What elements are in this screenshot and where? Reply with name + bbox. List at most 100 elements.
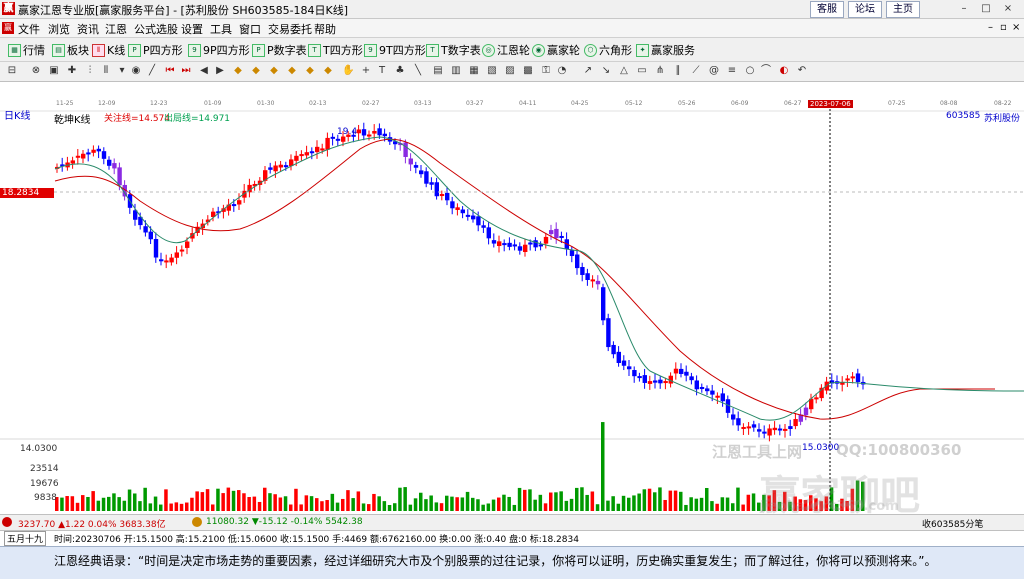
arc-icon[interactable]: ⌒ — [760, 65, 772, 77]
tool-quote[interactable]: ▦ 行情 — [8, 42, 45, 58]
up-icon[interactable]: ◆ — [232, 65, 244, 77]
fibonacci-icon[interactable]: ≡ — [726, 65, 738, 77]
last-icon[interactable]: ⏭ — [180, 65, 192, 77]
volume-group — [55, 422, 865, 511]
fan-icon[interactable]: ⟋ — [690, 65, 702, 77]
tool-kline[interactable]: ⫴ K线 — [92, 42, 125, 58]
indicator-name: 乾坤K线 — [54, 115, 91, 126]
menu-restore-icon[interactable]: ▫ — [1000, 22, 1007, 33]
candle-body — [684, 371, 689, 376]
volume-bar — [325, 500, 329, 511]
triangle-icon[interactable]: △ — [618, 65, 630, 77]
first-icon[interactable]: ⏮ — [164, 65, 176, 77]
right-icon[interactable]: ▶ — [214, 65, 226, 77]
forum-button[interactable]: 论坛 — [848, 1, 882, 18]
candle-body — [341, 136, 346, 142]
menu-browse[interactable]: 浏览 — [48, 21, 70, 37]
menu-window[interactable]: 窗口 — [239, 21, 261, 37]
tool-winner-wheel[interactable]: ◉ 赢家轮 — [532, 42, 580, 58]
globe-icon[interactable]: ◐ — [778, 65, 790, 77]
shrink-icon[interactable]: ◆ — [268, 65, 280, 77]
menu-news[interactable]: 资讯 — [77, 21, 99, 37]
arrow-icon[interactable]: ↘ — [600, 65, 612, 77]
down-icon[interactable]: ◆ — [250, 65, 262, 77]
circle-icon[interactable]: ○ — [744, 65, 756, 77]
hand-icon[interactable]: ✋ — [342, 65, 354, 77]
left-icon[interactable]: ◀ — [198, 65, 210, 77]
candle-body — [497, 241, 502, 247]
cross-icon[interactable]: ✚ — [66, 65, 78, 77]
menu-trade[interactable]: 交易委托 — [268, 21, 312, 37]
candle-body — [434, 182, 439, 197]
expand-icon[interactable]: ◆ — [286, 65, 298, 77]
close-icon[interactable]: × — [998, 2, 1018, 15]
rect-icon[interactable]: ▭ — [636, 65, 648, 77]
bar-icon[interactable]: ⫶ — [84, 65, 96, 77]
spiral-icon[interactable]: @ — [708, 65, 720, 77]
tick-detail-link[interactable]: 收603585分笔 — [922, 517, 983, 530]
candle-body — [694, 380, 699, 390]
candle-body — [445, 192, 450, 201]
tool-gann-wheel[interactable]: ◎ 江恩轮 — [482, 42, 530, 58]
candle-icon[interactable]: ⫴ — [100, 65, 112, 77]
p-square-icon: P — [128, 43, 141, 57]
sz-index-group[interactable]: 11080.32 ▼-15.12 -0.14% 5542.38 — [206, 517, 363, 527]
clock-icon[interactable]: ◔ — [556, 65, 568, 77]
text-icon[interactable]: T — [376, 65, 388, 77]
channel-icon[interactable]: ∥ — [672, 65, 684, 77]
calendar-icon[interactable]: ▤ — [432, 65, 444, 77]
layout-icon[interactable]: ⊟ — [6, 65, 18, 77]
service-button[interactable]: 客服 — [810, 1, 844, 18]
menu-tools[interactable]: 工具 — [210, 21, 232, 37]
candle-body — [335, 138, 341, 141]
truck-icon[interactable]: ▩ — [522, 65, 534, 77]
candle-body — [845, 378, 850, 381]
volume-bar — [455, 497, 459, 511]
mark-icon[interactable]: ▣ — [48, 65, 60, 77]
key-icon[interactable]: ⚿ — [540, 65, 552, 77]
candle-body — [710, 390, 715, 395]
ruler-icon[interactable]: ↗ — [582, 65, 594, 77]
tool-t-number-table[interactable]: T T数字表 — [426, 42, 481, 58]
tool-winner-service[interactable]: ✦ 赢家服务 — [636, 42, 695, 58]
undo-icon[interactable]: ↶ — [796, 65, 808, 77]
sh-index-group[interactable]: 3237.70 ▲1.22 0.04% 3683.38亿 — [18, 517, 166, 530]
tool-p-number-table[interactable]: P P数字表 — [252, 42, 307, 58]
menu-minimize-icon[interactable]: – — [988, 22, 993, 33]
maximize-icon[interactable]: □ — [976, 2, 996, 15]
zoom-icon[interactable]: ⊗ — [30, 65, 42, 77]
fork-icon[interactable]: ⋔ — [654, 65, 666, 77]
grid-icon[interactable]: ▦ — [468, 65, 480, 77]
dropdown-icon[interactable]: ◉ — [130, 65, 142, 77]
period-icon[interactable]: ▾ — [116, 65, 128, 77]
home-button[interactable]: 主页 — [886, 1, 920, 18]
menu-close-icon[interactable]: × — [1012, 22, 1020, 33]
save-icon[interactable]: ▥ — [450, 65, 462, 77]
menu-help[interactable]: 帮助 — [314, 21, 336, 37]
menu-settings[interactable]: 设置 — [181, 21, 203, 37]
candle-body — [533, 240, 538, 248]
line-icon[interactable]: ╲ — [412, 65, 424, 77]
crosshair-icon[interactable]: + — [360, 65, 372, 77]
line-draw-icon[interactable]: ╱ — [146, 65, 158, 77]
tool-p-square[interactable]: P P四方形 — [128, 42, 183, 58]
move-down-icon[interactable]: ◆ — [322, 65, 334, 77]
menu-gann[interactable]: 江恩 — [105, 21, 127, 37]
volume-bar — [642, 489, 647, 511]
minimize-icon[interactable]: – — [954, 2, 974, 15]
move-up-icon[interactable]: ◆ — [304, 65, 316, 77]
menu-formula[interactable]: 公式选股 — [134, 21, 178, 37]
menu-file[interactable]: 文件 — [18, 21, 40, 37]
export-icon[interactable]: ▨ — [504, 65, 516, 77]
tool-9t-square[interactable]: 9 9T四方形 — [364, 42, 426, 58]
volume-bar — [169, 503, 173, 511]
palette-icon[interactable]: ♣ — [394, 65, 406, 77]
tool-hexagon[interactable]: ⬡ 六角形 — [584, 42, 632, 58]
lunar-date-tab[interactable]: 五月十九 — [4, 531, 47, 546]
tool-sector[interactable]: ▤ 板块 — [52, 42, 89, 58]
volume-bar — [523, 489, 527, 511]
tool-t-square[interactable]: T T四方形 — [308, 42, 363, 58]
candle-body — [554, 228, 559, 239]
tool-9p-square[interactable]: 9 9P四方形 — [188, 42, 250, 58]
print-icon[interactable]: ▧ — [486, 65, 498, 77]
